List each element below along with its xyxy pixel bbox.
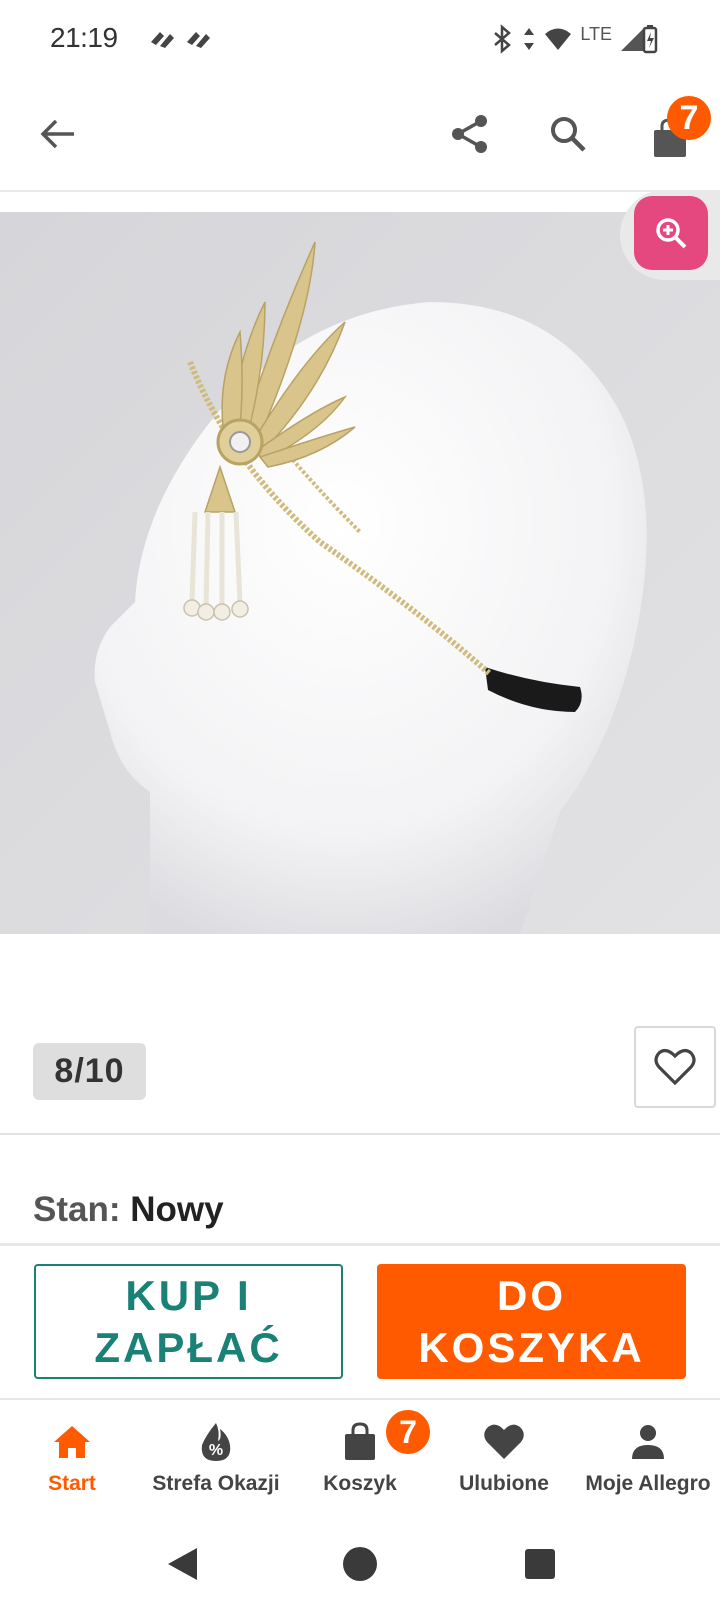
image-counter: 8/10 — [33, 1043, 146, 1100]
nav-label-moje-allegro: Moje Allegro — [585, 1472, 711, 1495]
heart-outline-icon — [654, 1049, 696, 1086]
shopping-bag-icon — [338, 1420, 382, 1464]
data-arrows-icon — [524, 28, 535, 50]
person-icon — [626, 1420, 670, 1464]
nav-label-ulubione: Ulubione — [459, 1472, 549, 1495]
divider — [0, 1133, 720, 1135]
deals-icon: % — [194, 1420, 238, 1464]
nav-item-moje-allegro[interactable]: Moje Allegro — [576, 1400, 720, 1516]
buy-now-label-line2: ZAPŁAĆ — [94, 1323, 283, 1371]
add-to-cart-label-line1: DO — [496, 1271, 566, 1319]
zoom-button[interactable] — [634, 196, 708, 270]
system-navigation-bar — [0, 1516, 720, 1612]
square-recents-icon — [525, 1549, 555, 1579]
add-to-cart-button[interactable]: DO KOSZYKA — [377, 1264, 686, 1379]
nav-label-koszyk: Koszyk — [323, 1472, 397, 1495]
product-photo — [0, 212, 720, 934]
nav-label-start: Start — [48, 1472, 96, 1495]
home-icon — [50, 1420, 94, 1464]
koszyk-count-badge: 7 — [386, 1410, 430, 1454]
search-icon — [551, 117, 586, 152]
system-back-button[interactable] — [162, 1544, 202, 1584]
triangle-back-icon — [168, 1548, 197, 1580]
search-button[interactable] — [538, 104, 598, 164]
nav-item-strefa-okazji[interactable]: % Strefa Okazji — [144, 1400, 288, 1516]
nav-item-start[interactable]: Start — [0, 1400, 144, 1516]
buy-now-label-line1: KUP I — [125, 1271, 252, 1319]
back-button[interactable] — [28, 104, 88, 164]
nav-item-ulubione[interactable]: Ulubione — [432, 1400, 576, 1516]
app-bar: 7 — [0, 80, 720, 192]
product-condition: Stan: Nowy — [33, 1190, 224, 1230]
notification-icon — [187, 32, 210, 48]
condition-label: Stan: — [33, 1190, 121, 1229]
status-indicators: LTE — [492, 22, 646, 56]
notification-icon — [151, 32, 174, 48]
nav-item-koszyk[interactable]: Koszyk 7 — [288, 1400, 432, 1516]
buy-now-button[interactable]: KUP I ZAPŁAĆ — [34, 1264, 343, 1379]
circle-home-icon — [343, 1547, 377, 1581]
back-arrow-icon — [40, 119, 74, 149]
wifi-icon — [545, 28, 572, 50]
nav-label-strefa-okazji: Strefa Okazji — [152, 1472, 280, 1495]
share-button[interactable] — [440, 104, 500, 164]
heart-icon — [482, 1420, 526, 1464]
system-home-button[interactable] — [340, 1544, 380, 1584]
cart-count-badge: 7 — [667, 96, 711, 140]
condition-value: Nowy — [130, 1190, 224, 1229]
divider — [0, 1243, 720, 1246]
add-to-cart-label-line2: KOSZYKA — [418, 1323, 645, 1371]
battery-icon — [642, 25, 658, 54]
system-recents-button[interactable] — [520, 1544, 560, 1584]
svg-text:%: % — [209, 1442, 223, 1459]
favorite-button[interactable] — [634, 1026, 716, 1108]
zoom-in-icon — [656, 218, 687, 249]
bottom-navigation: Start % Strefa Okazji Koszyk 7 Ulubione — [0, 1398, 720, 1516]
bluetooth-icon — [494, 24, 512, 54]
share-icon — [452, 115, 487, 153]
status-bar: 21:19 LTE — [0, 0, 720, 80]
network-type: LTE — [580, 23, 612, 44]
status-time: 21:19 — [50, 22, 118, 53]
product-image[interactable] — [0, 212, 720, 934]
